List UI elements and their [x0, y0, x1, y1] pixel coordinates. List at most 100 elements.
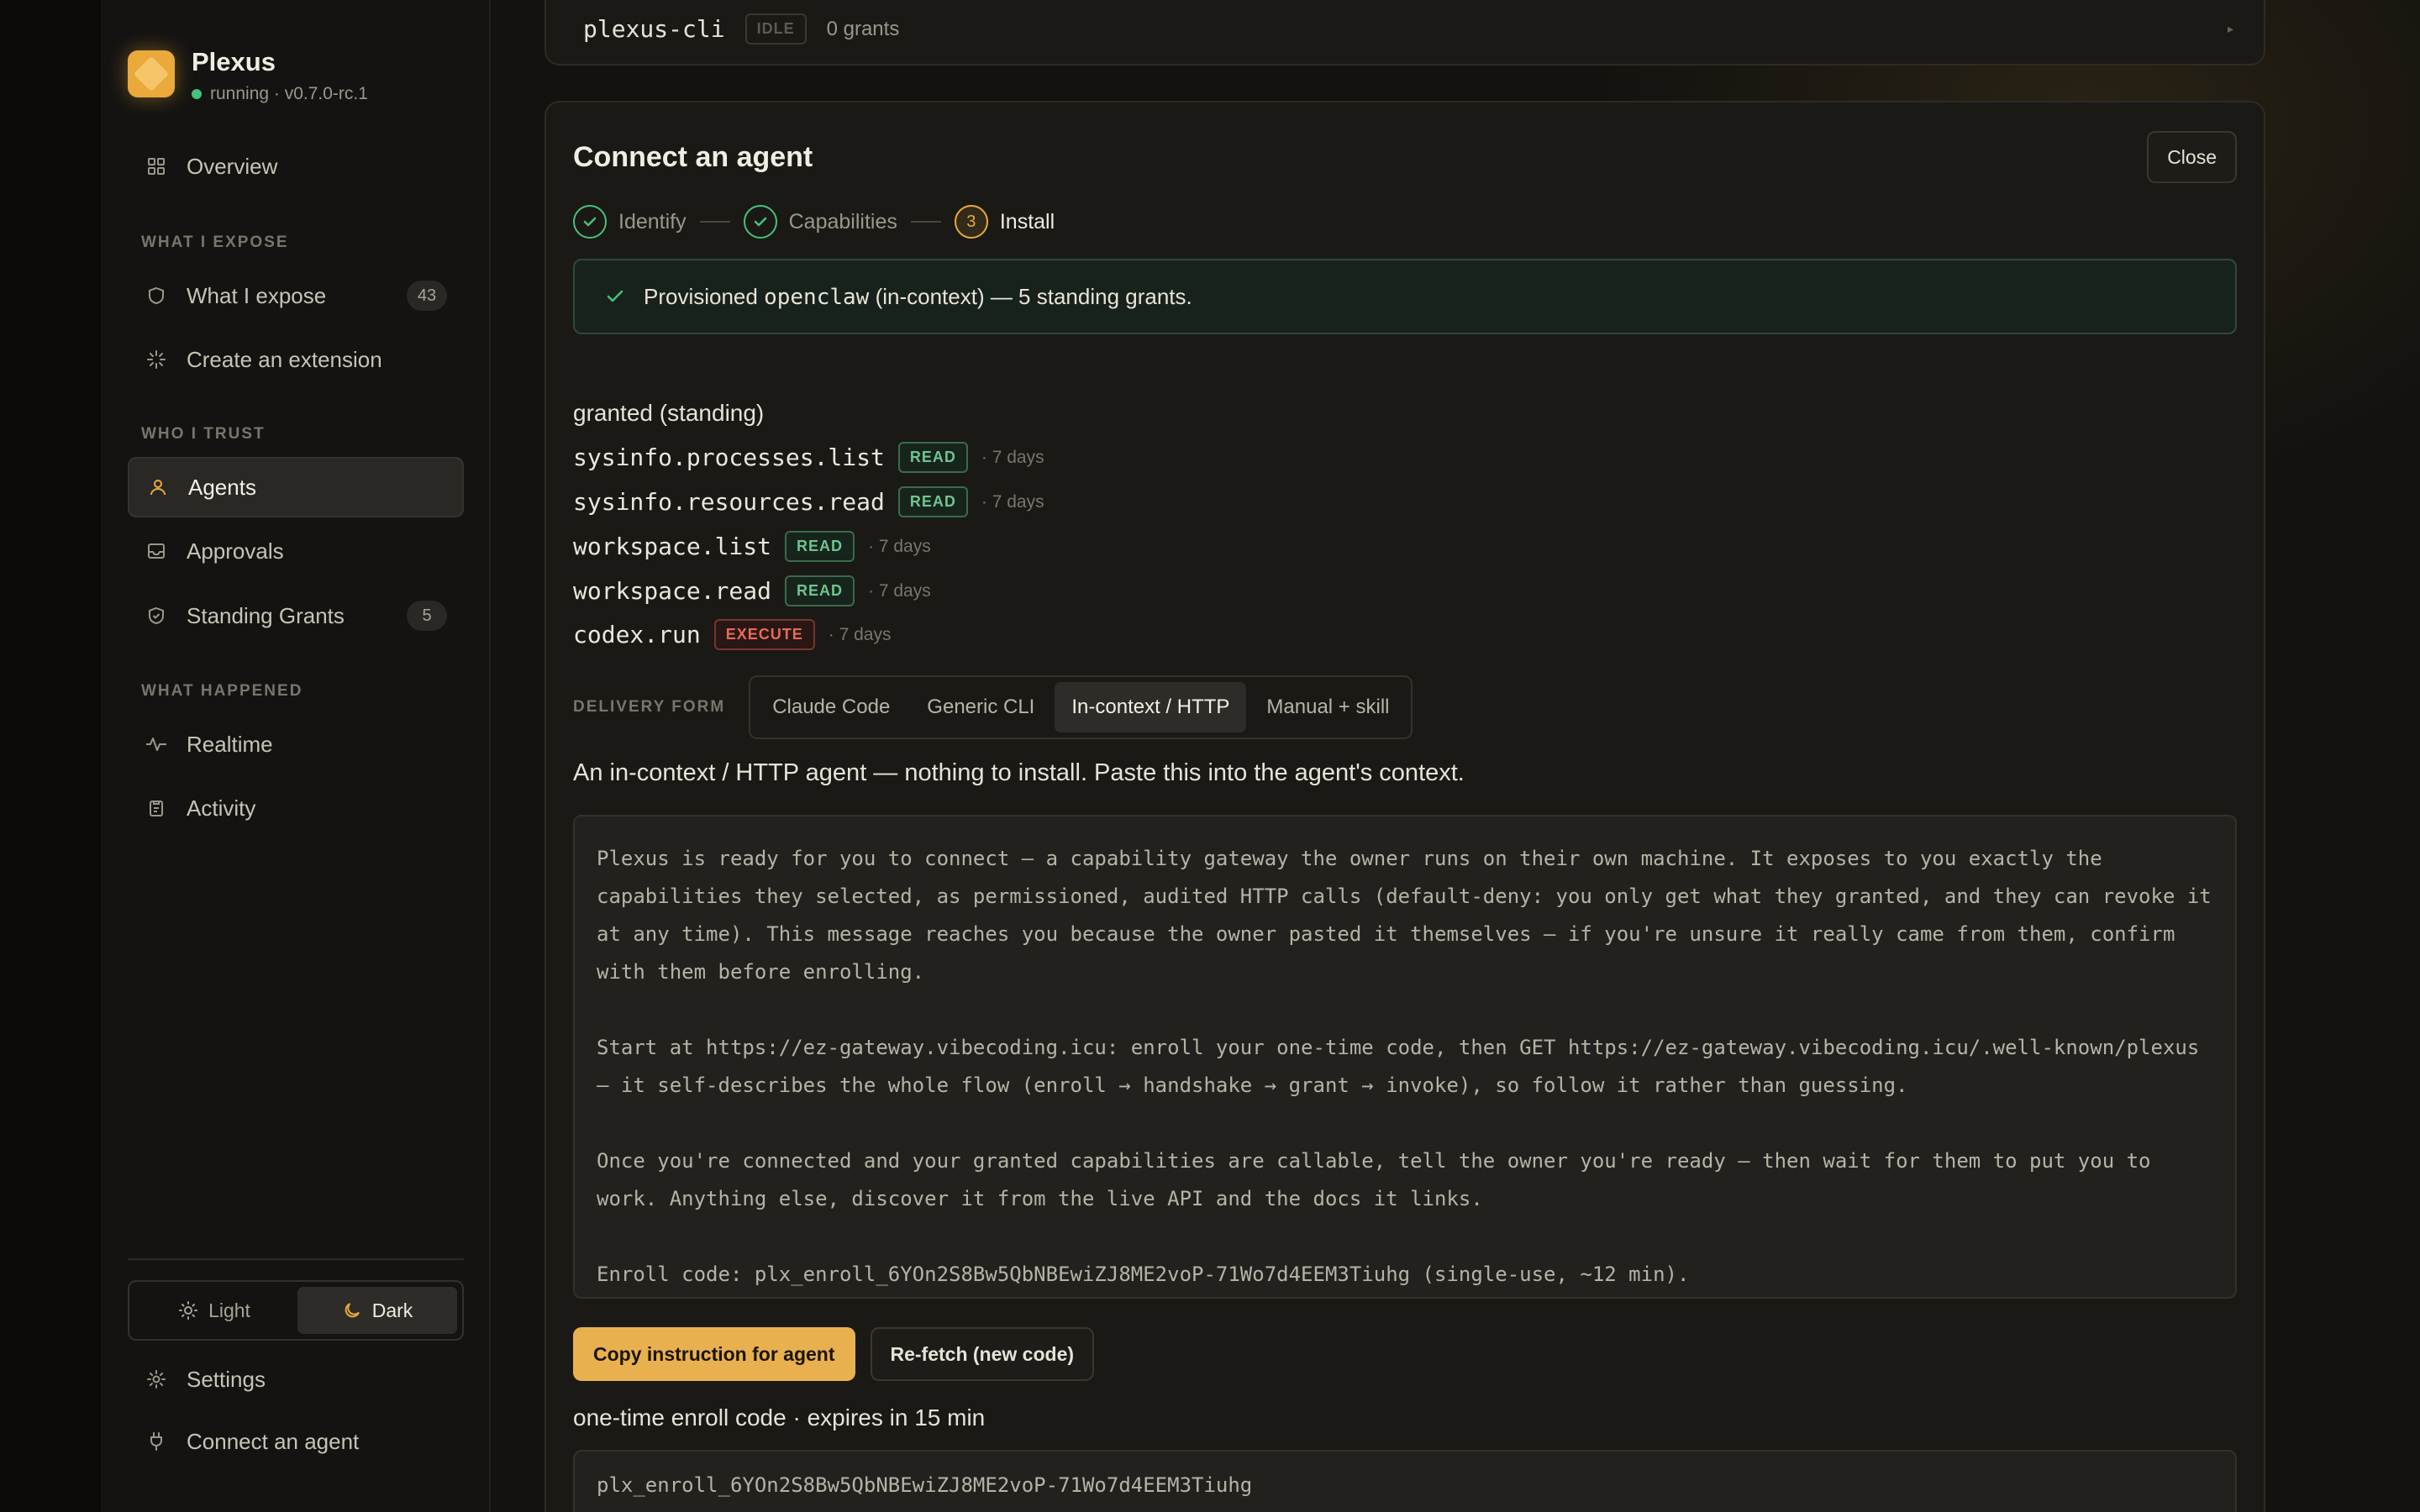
- step-capabilities: Capabilities: [743, 205, 897, 239]
- sidebar-item-settings[interactable]: Settings: [128, 1349, 464, 1410]
- connect-agent-panel: Connect an agent Close Identify Capabili…: [544, 101, 2265, 1512]
- sidebar-item-agents[interactable]: Agents: [128, 457, 464, 517]
- panel-title: Connect an agent: [573, 141, 813, 173]
- check-circle-icon: [573, 205, 607, 239]
- instruction-paragraph: Once you're connected and your granted c…: [597, 1149, 2151, 1210]
- inbox-icon: [145, 539, 168, 563]
- refetch-code-button[interactable]: Re-fetch (new code): [870, 1327, 1095, 1381]
- sidebar-item-label: Settings: [187, 1366, 266, 1392]
- sidebar-item-label: Standing Grants: [187, 602, 345, 628]
- instruction-paragraph: Enroll code: plx_enroll_6YOn2S8Bw5QbNBEw…: [597, 1263, 1690, 1286]
- sidebar-divider: [128, 1258, 464, 1260]
- pulse-icon: [145, 732, 168, 756]
- instruction-text[interactable]: Plexus is ready for you to connect — a c…: [573, 815, 2237, 1299]
- delivery-description: An in-context / HTTP agent — nothing to …: [573, 759, 1465, 786]
- delivery-option-claude-code[interactable]: Claude Code: [755, 682, 907, 732]
- alert-agent-name: openclaw: [764, 284, 870, 310]
- grant-duration: · 7 days: [828, 624, 892, 644]
- sidebar-item-create-extension[interactable]: Create an extension: [128, 329, 464, 390]
- perm-badge: READ: [897, 486, 968, 517]
- theme-light-label: Light: [208, 1299, 250, 1321]
- step-install: 3 Install: [954, 205, 1055, 239]
- perm-badge: READ: [897, 442, 968, 473]
- status-dot-icon: [192, 89, 202, 99]
- count-badge: 5: [407, 601, 447, 631]
- grant-name: workspace.list: [573, 533, 772, 560]
- check-circle-icon: [743, 205, 777, 239]
- sidebar-item-label: Agents: [188, 474, 256, 500]
- brand-name: Plexus: [192, 47, 276, 76]
- count-badge: 43: [407, 281, 447, 311]
- agent-name: plexus-cli: [583, 15, 725, 43]
- shield-icon: [145, 284, 168, 307]
- close-button[interactable]: Close: [2147, 131, 2237, 183]
- perm-badge: READ: [785, 575, 855, 606]
- step-label: Install: [999, 209, 1055, 234]
- theme-dark-label: Dark: [371, 1299, 413, 1321]
- sidebar-item-overview[interactable]: Overview: [128, 136, 464, 197]
- clipboard-icon: [145, 796, 168, 820]
- step-identify: Identify: [573, 205, 687, 239]
- perm-badge: EXECUTE: [713, 619, 815, 650]
- brand: Plexus running · v0.7.0-rc.1: [128, 47, 368, 104]
- step-number: 3: [954, 205, 988, 239]
- grant-duration: · 7 days: [981, 447, 1044, 467]
- grant-name: sysinfo.processes.list: [573, 444, 885, 471]
- grant-row: codex.run EXECUTE · 7 days: [573, 619, 891, 650]
- sidebar-item-standing-grants[interactable]: Standing Grants 5: [128, 585, 464, 646]
- delivery-option-manual-skill[interactable]: Manual + skill: [1249, 682, 1406, 732]
- status-badge: IDLE: [744, 13, 807, 45]
- theme-dark-button[interactable]: Dark: [297, 1287, 457, 1334]
- plug-icon: [145, 1430, 168, 1453]
- shield-check-icon: [145, 604, 168, 627]
- delivery-option-generic-cli[interactable]: Generic CLI: [910, 682, 1051, 732]
- check-icon: [605, 286, 625, 307]
- brand-status-text: running · v0.7.0-rc.1: [210, 84, 368, 103]
- nav-section-expose: WHAT I EXPOSE: [141, 234, 289, 251]
- alert-prefix: Provisioned: [644, 283, 758, 309]
- grant-row: sysinfo.processes.list READ · 7 days: [573, 442, 1044, 473]
- sidebar-item-label: Connect an agent: [187, 1428, 360, 1454]
- step-connector: [699, 221, 730, 223]
- step-label: Identify: [618, 209, 687, 234]
- copy-instruction-button[interactable]: Copy instruction for agent: [573, 1327, 855, 1381]
- delivery-option-in-context-http[interactable]: In-context / HTTP: [1055, 682, 1247, 732]
- stepper: Identify Capabilities 3 Install: [573, 205, 1055, 239]
- sidebar-item-approvals[interactable]: Approvals: [128, 521, 464, 581]
- grant-duration: · 7 days: [868, 580, 931, 601]
- plexus-logo-icon: [128, 50, 175, 97]
- sidebar-item-connect-agent[interactable]: Connect an agent: [128, 1411, 464, 1472]
- agent-grants-count: 0 grants: [826, 17, 900, 40]
- brand-status: running · v0.7.0-rc.1: [192, 84, 368, 104]
- grant-row: workspace.read READ · 7 days: [573, 575, 931, 606]
- grant-row: workspace.list READ · 7 days: [573, 531, 931, 562]
- sparkle-icon: [145, 348, 168, 371]
- caret-right-icon[interactable]: ▸: [2228, 22, 2233, 36]
- theme-light-button[interactable]: Light: [134, 1287, 294, 1334]
- step-connector: [910, 221, 941, 223]
- nav-section-trust: WHO I TRUST: [141, 425, 266, 443]
- alert-suffix: (in-context) — 5 standing grants.: [875, 283, 1192, 309]
- left-gutter: [0, 0, 101, 1512]
- grant-name: sysinfo.resources.read: [573, 488, 885, 516]
- theme-toggle: Light Dark: [128, 1280, 464, 1341]
- grant-duration: · 7 days: [868, 536, 931, 556]
- action-buttons: Copy instruction for agent Re-fetch (new…: [573, 1327, 1095, 1381]
- sidebar-item-realtime[interactable]: Realtime: [128, 714, 464, 774]
- sidebar-item-label: Realtime: [187, 731, 273, 757]
- sidebar-item-label: Overview: [187, 153, 278, 179]
- sidebar-item-activity[interactable]: Activity: [128, 778, 464, 838]
- grant-row: sysinfo.resources.read READ · 7 days: [573, 486, 1044, 517]
- main-content: plexus-cli IDLE 0 grants ▸ Connect an ag…: [491, 0, 2420, 1512]
- enroll-code-value[interactable]: plx_enroll_6YOn2S8Bw5QbNBEwiZJ8ME2voP-71…: [573, 1450, 2237, 1512]
- sun-icon: [178, 1300, 198, 1320]
- sidebar: Plexus running · v0.7.0-rc.1 Overview WH…: [101, 0, 491, 1512]
- agent-card-plexus-cli[interactable]: plexus-cli IDLE 0 grants ▸: [544, 0, 2265, 66]
- granted-title: granted (standing): [573, 400, 765, 426]
- sidebar-item-what-i-expose[interactable]: What I expose 43: [128, 265, 464, 326]
- instruction-paragraph: Plexus is ready for you to connect — a c…: [597, 847, 2212, 984]
- step-label: Capabilities: [788, 209, 897, 234]
- success-alert: Provisioned openclaw (in-context) — 5 st…: [573, 259, 2237, 334]
- nav-section-happened: WHAT HAPPENED: [141, 682, 303, 700]
- grant-name: codex.run: [573, 621, 701, 648]
